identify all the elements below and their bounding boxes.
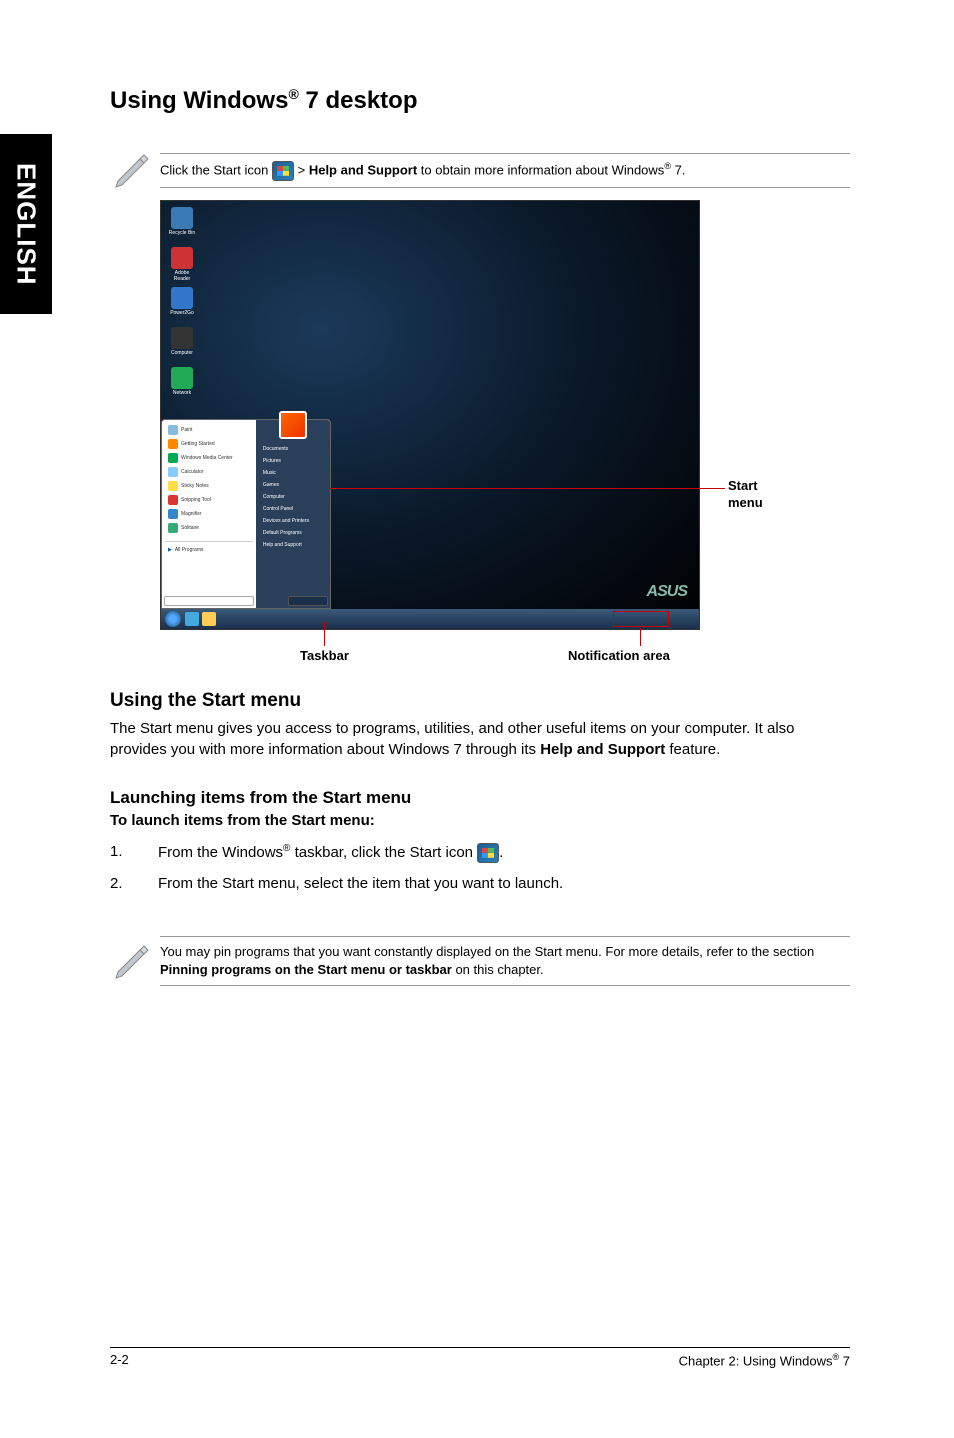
user-avatar (279, 411, 307, 439)
start-item: Windows Media Center (165, 451, 253, 465)
computer-icon (171, 327, 193, 349)
reg-mark: ® (288, 86, 298, 102)
start-item: Solitaire (165, 521, 253, 535)
page-number: 2-2 (110, 1352, 129, 1368)
calculator-icon (168, 467, 178, 477)
taskbar-start-button (165, 611, 181, 627)
callout-start-menu: Startmenu (728, 478, 763, 512)
heading-prefix: Using Windows (110, 87, 288, 114)
language-tab: ENGLISH (0, 134, 52, 314)
start-icon (477, 843, 499, 863)
callout-line (324, 622, 325, 646)
step-text: From the Start menu, select the item tha… (158, 875, 850, 892)
step-row: 2. From the Start menu, select the item … (110, 875, 850, 892)
start-item: Getting Started (165, 437, 253, 451)
start-right-item: Computer (259, 491, 327, 503)
heading-suffix: 7 desktop (299, 87, 418, 114)
tip-note: Click the Start icon > Help and Support … (160, 153, 850, 188)
start-right-item: Games (259, 479, 327, 491)
snipping-tool-icon (168, 495, 178, 505)
media-center-icon (168, 453, 178, 463)
callout-taskbar: Taskbar (300, 648, 349, 663)
note-text: You may pin programs that you want const… (160, 943, 850, 979)
network-icon (171, 367, 193, 389)
step-row: 1. From the Windows® taskbar, click the … (110, 843, 850, 863)
desktop-icons-column: Recycle Bin Adobe Reader Power2Go Comput… (167, 207, 207, 407)
pin-note: You may pin programs that you want const… (160, 936, 850, 986)
note-icon (110, 936, 154, 985)
magnifier-icon (168, 509, 178, 519)
power2go-icon (171, 287, 193, 309)
start-right-item: Devices and Printers (259, 515, 327, 527)
callout-line (640, 628, 641, 646)
start-right-item: Help and Support (259, 539, 327, 551)
taskbar-ie-icon (185, 612, 199, 626)
start-search-box (164, 596, 254, 606)
step-number: 1. (110, 843, 158, 863)
start-right-item: Pictures (259, 455, 327, 467)
sticky-notes-icon (168, 481, 178, 491)
procedure-intro: To launch items from the Start menu: (110, 812, 850, 829)
all-programs-row: ▶All Programs (165, 541, 253, 555)
adobe-icon (171, 247, 193, 269)
start-right-item: Music (259, 467, 327, 479)
desktop-icon: Recycle Bin (167, 207, 197, 243)
start-item: Magnifier (165, 507, 253, 521)
start-menu-left: Paint Getting Started Windows Media Cent… (162, 420, 256, 608)
getting-started-icon (168, 439, 178, 449)
desktop-icon: Network (167, 367, 197, 403)
start-right-item: Documents (259, 443, 327, 455)
desktop-icon: Adobe Reader (167, 247, 197, 283)
desktop-icon: Computer (167, 327, 197, 363)
asus-logo: ASUS (647, 583, 687, 601)
callout-notification: Notification area (568, 648, 670, 663)
tip-text: Click the Start icon > Help and Support … (160, 160, 685, 181)
notification-area-highlight (613, 611, 669, 627)
step-list: 1. From the Windows® taskbar, click the … (110, 843, 850, 892)
start-menu: Paint Getting Started Windows Media Cent… (161, 419, 331, 609)
start-item: Snipping Tool (165, 493, 253, 507)
start-right-item: Control Panel (259, 503, 327, 515)
section-body: The Start menu gives you access to progr… (110, 718, 850, 760)
start-item: Calculator (165, 465, 253, 479)
paint-icon (168, 425, 178, 435)
subsection-heading: Launching items from the Start menu (110, 788, 850, 808)
start-icon (272, 161, 294, 181)
step-number: 2. (110, 875, 158, 892)
section-heading: Using the Start menu (110, 690, 850, 712)
page-title: Using Windows® 7 desktop (110, 86, 850, 115)
start-menu-right: Documents Pictures Music Games Computer … (256, 420, 330, 608)
step-text: From the Windows® taskbar, click the Sta… (158, 843, 850, 863)
solitaire-icon (168, 523, 178, 533)
shutdown-button (288, 596, 328, 606)
main-content: Using Windows® 7 desktop Click the Start… (110, 86, 850, 986)
chapter-label: Chapter 2: Using Windows® 7 (679, 1352, 850, 1368)
start-item: Sticky Notes (165, 479, 253, 493)
windows-desktop-screenshot: Recycle Bin Adobe Reader Power2Go Comput… (160, 200, 700, 630)
start-right-item: Default Programs (259, 527, 327, 539)
taskbar-clock (671, 611, 697, 627)
note-icon (110, 145, 154, 194)
desktop-screenshot-wrap: Recycle Bin Adobe Reader Power2Go Comput… (160, 200, 850, 630)
taskbar-explorer-icon (202, 612, 216, 626)
callout-line (330, 488, 725, 489)
recycle-bin-icon (171, 207, 193, 229)
desktop-icon: Power2Go (167, 287, 197, 323)
start-item: Paint (165, 423, 253, 437)
page-footer: 2-2 Chapter 2: Using Windows® 7 (110, 1347, 850, 1368)
